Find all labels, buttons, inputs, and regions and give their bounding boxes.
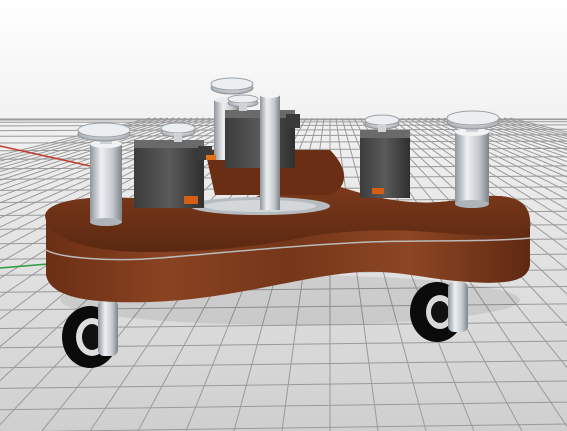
3d-viewport[interactable] xyxy=(0,0,567,431)
robot-render xyxy=(0,0,567,431)
center-rod xyxy=(260,92,280,210)
